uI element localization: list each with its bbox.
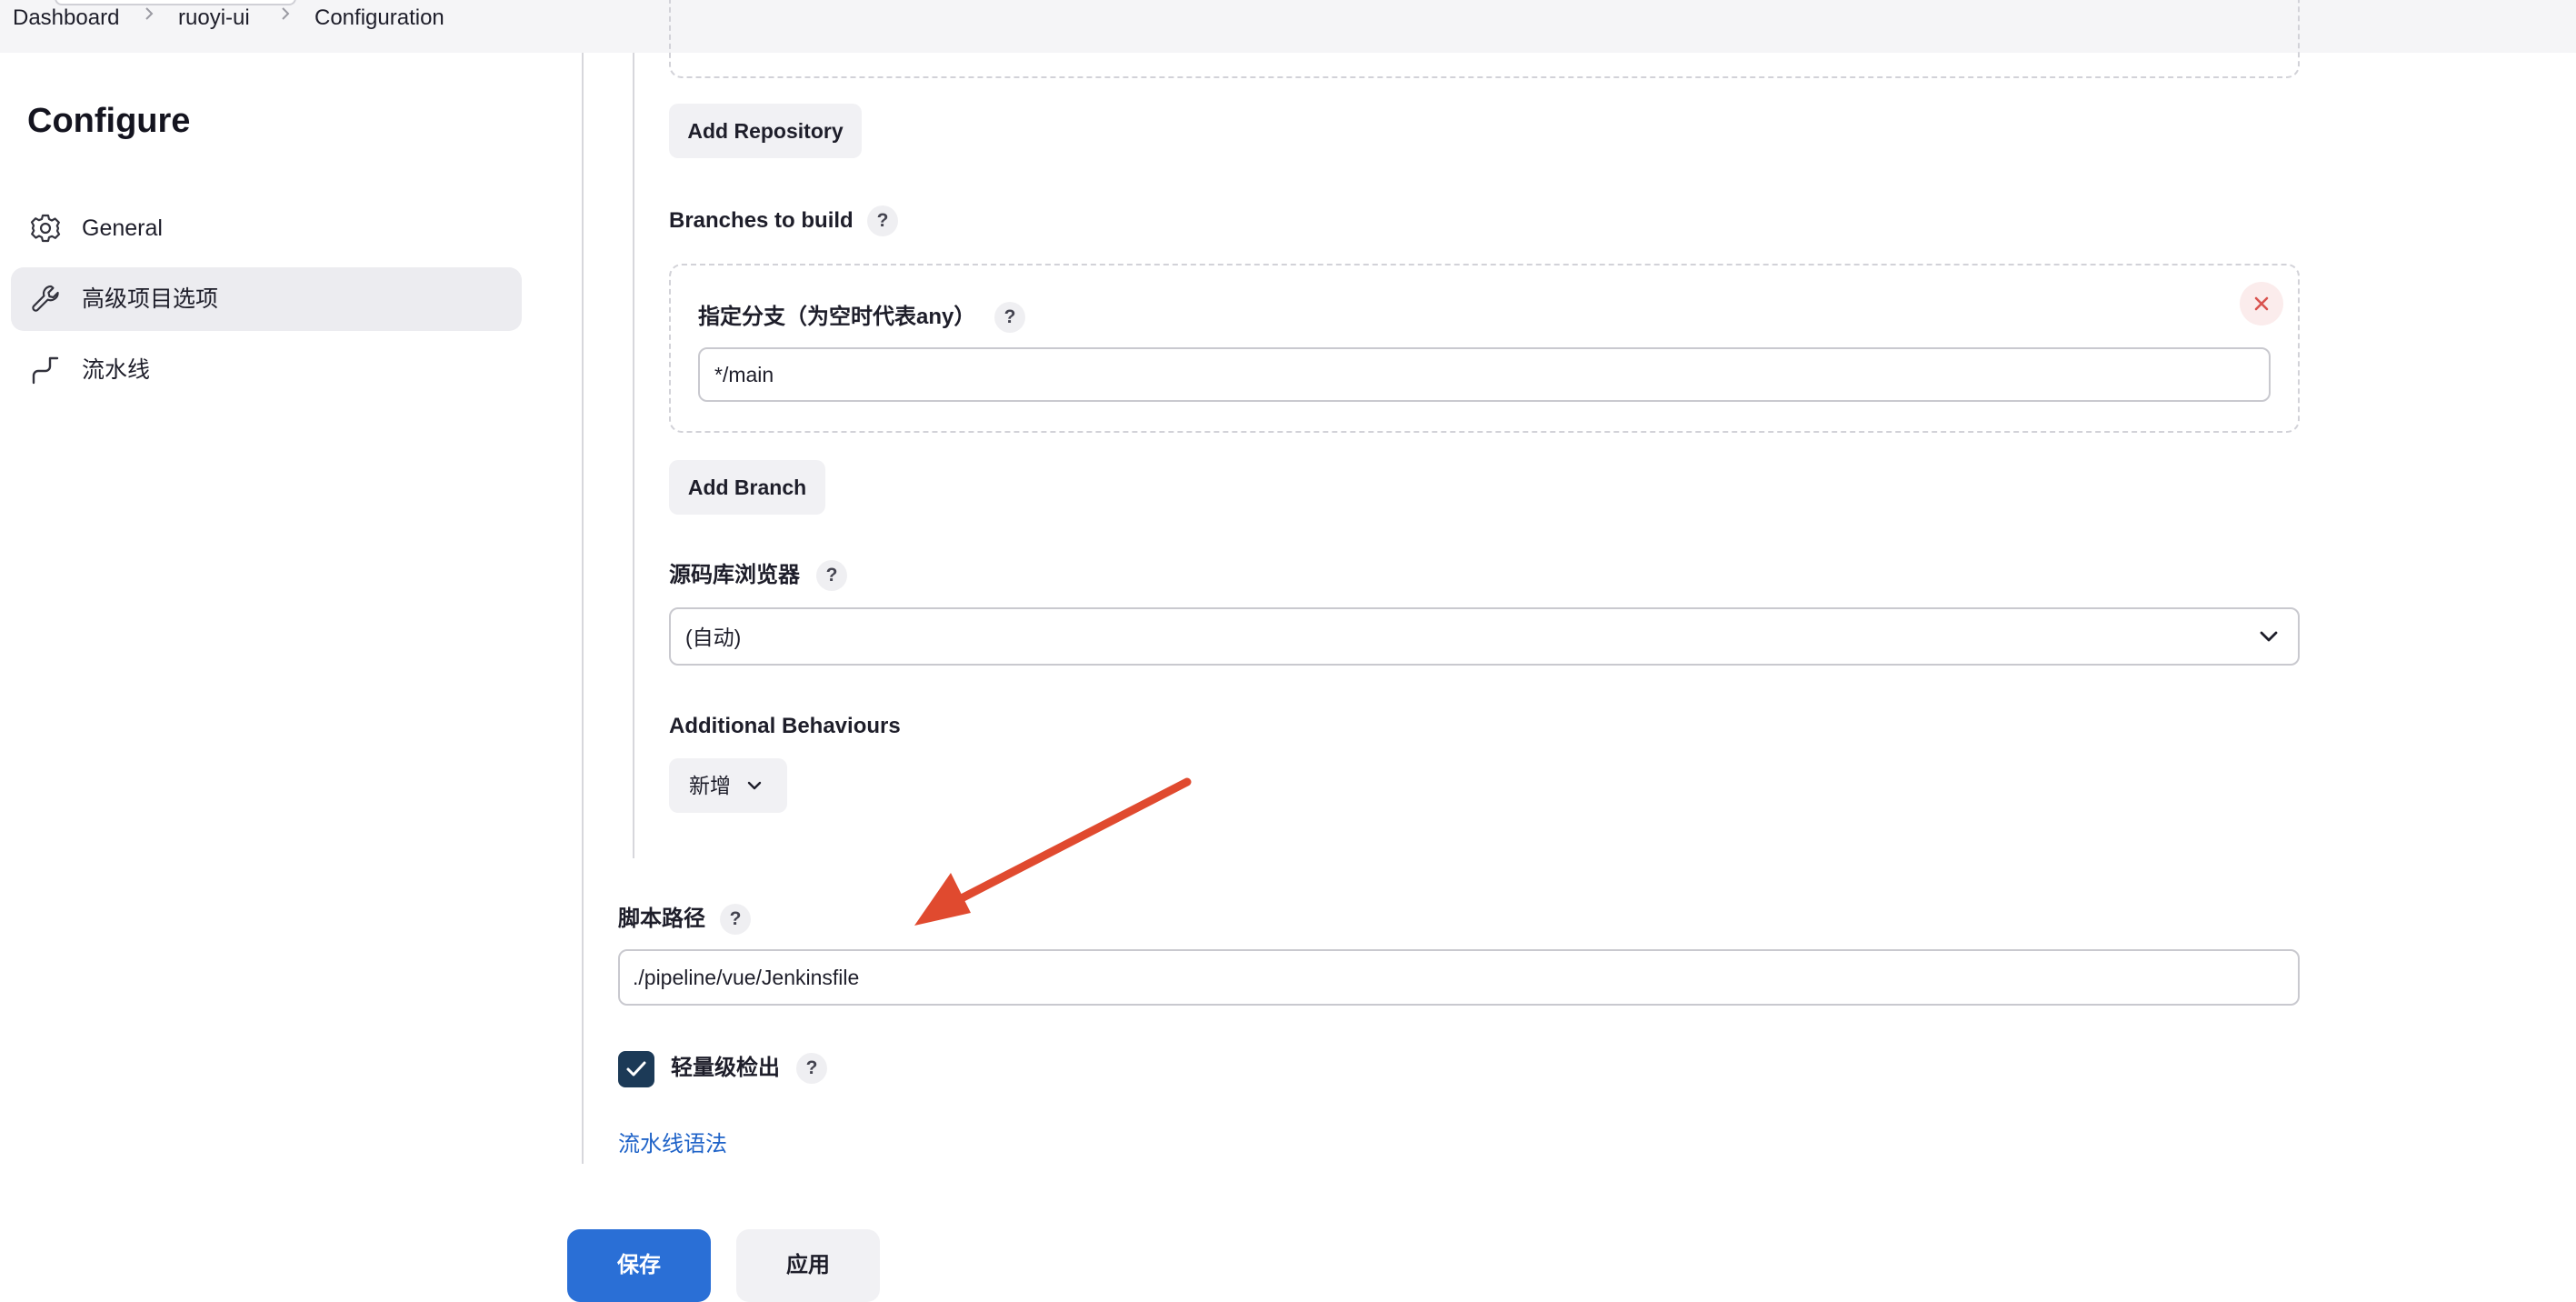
repo-browser-select[interactable]: (自动)	[669, 607, 2300, 666]
gear-icon	[30, 214, 61, 243]
lightweight-checkout-label: 轻量级检出	[671, 1056, 780, 1080]
add-branch-button[interactable]: Add Branch	[669, 460, 825, 515]
wrench-icon	[32, 285, 59, 312]
script-path-input[interactable]	[618, 949, 2300, 1006]
additional-behaviours-label: Additional Behaviours	[669, 714, 901, 738]
check-icon	[626, 1061, 646, 1077]
lightweight-checkout-checkbox[interactable]	[618, 1051, 654, 1087]
add-behaviour-dropdown[interactable]: 新增	[669, 758, 787, 813]
chevron-right-icon	[145, 7, 154, 20]
pipeline-syntax-link[interactable]: 流水线语法	[618, 1131, 727, 1158]
chevron-down-icon	[2260, 631, 2278, 642]
chevron-right-icon	[282, 7, 290, 20]
branch-specifier-input[interactable]	[698, 347, 2271, 402]
branch-specifier-label: 指定分支（为空时代表any）	[698, 305, 976, 329]
breadcrumb-configuration[interactable]: Configuration	[315, 5, 444, 31]
add-behaviour-label: 新增	[689, 774, 731, 797]
chevron-down-icon	[747, 781, 762, 790]
pipeline-icon	[32, 356, 59, 385]
repo-browser-value: (自动)	[685, 626, 742, 649]
add-repository-button[interactable]: Add Repository	[669, 104, 862, 158]
delete-branch-button[interactable]	[2240, 282, 2283, 326]
branches-to-build-label: Branches to build	[669, 208, 854, 233]
help-icon[interactable]: ?	[796, 1053, 827, 1084]
sidebar-item-advanced-options[interactable]: 高级项目选项	[11, 267, 522, 331]
repo-browser-label: 源码库浏览器	[669, 563, 800, 587]
repository-box	[669, 0, 2300, 78]
scm-section-divider	[633, 53, 634, 858]
breadcrumb-ruoyi-ui[interactable]: ruoyi-ui	[178, 5, 250, 31]
sidebar-item-general[interactable]: General	[11, 196, 522, 260]
save-button[interactable]: 保存	[567, 1229, 711, 1302]
page-title: Configure	[27, 102, 191, 140]
breadcrumb-dashboard[interactable]: Dashboard	[13, 5, 119, 31]
sidebar-item-label: 高级项目选项	[82, 286, 219, 312]
sidebar-item-pipeline[interactable]: 流水线	[11, 338, 522, 402]
help-icon[interactable]: ?	[720, 904, 751, 935]
sidebar-item-label: 流水线	[82, 357, 151, 383]
close-icon	[2254, 296, 2269, 311]
help-icon[interactable]: ?	[867, 205, 898, 236]
help-icon[interactable]: ?	[816, 560, 847, 591]
apply-button[interactable]: 应用	[736, 1229, 880, 1302]
sidebar-item-label: General	[82, 215, 163, 241]
section-divider	[582, 53, 584, 1164]
script-path-label: 脚本路径	[618, 906, 705, 931]
help-icon[interactable]: ?	[994, 302, 1025, 333]
